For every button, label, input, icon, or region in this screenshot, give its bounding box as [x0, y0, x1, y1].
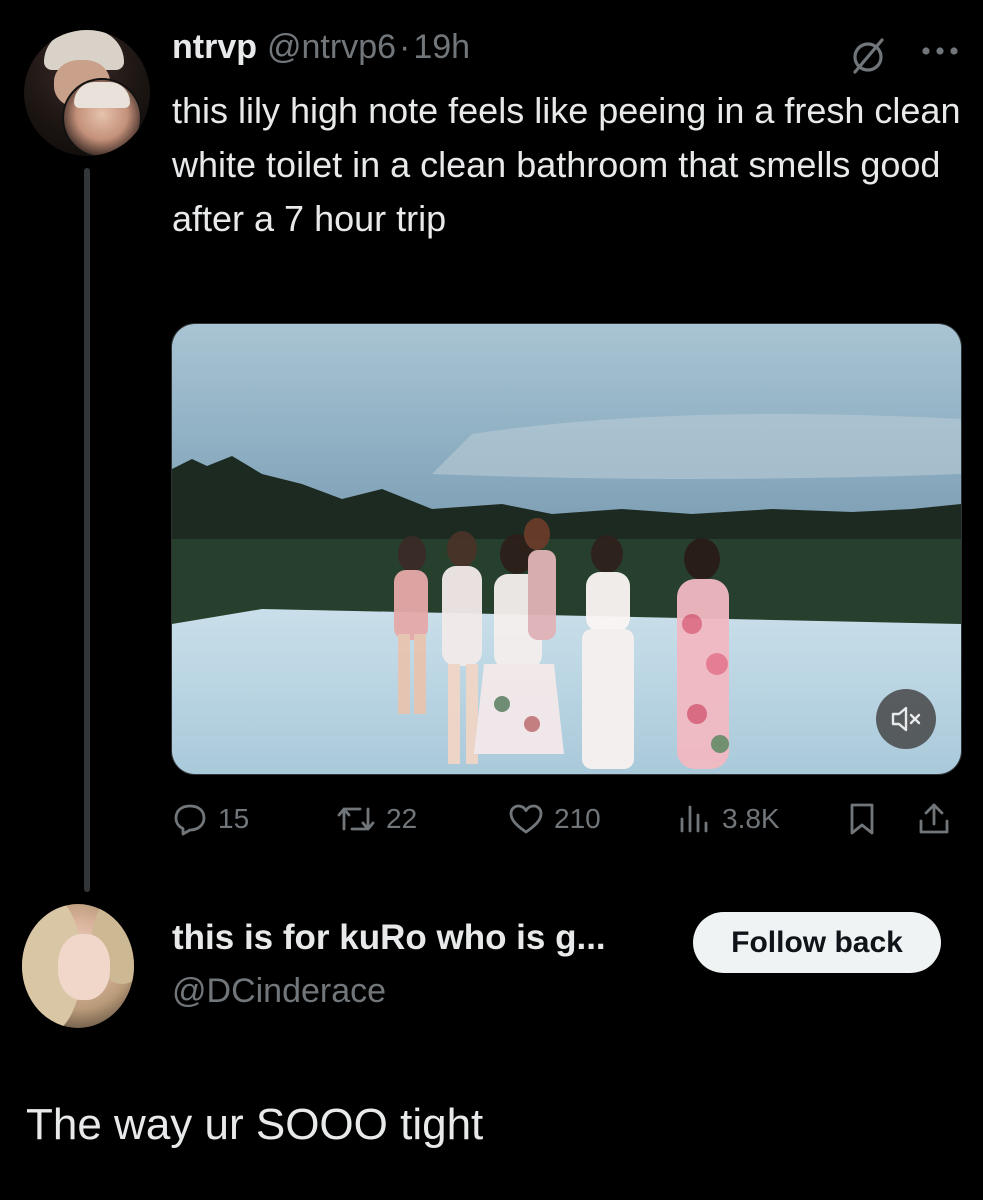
mute-button[interactable] — [876, 689, 936, 749]
video-frame — [172, 324, 961, 774]
avatar[interactable] — [24, 30, 150, 156]
reply-author-handle[interactable]: @DCinderace — [172, 972, 386, 1011]
reply-bubble-icon — [174, 804, 206, 836]
separator-dot: · — [399, 28, 411, 66]
thread-connector-line — [84, 168, 90, 892]
avatar[interactable] — [22, 904, 134, 1028]
reply-text: The way ur SOOO tight — [26, 1100, 484, 1149]
tweet-text: this lily high note feels like peeing in… — [172, 90, 961, 239]
views-count: 3.8K — [722, 803, 780, 834]
speaker-muted-icon — [891, 706, 921, 732]
repost-count: 22 — [386, 803, 418, 834]
author-display-name[interactable]: ntrvp — [172, 28, 257, 67]
repost-button[interactable]: 22 — [336, 796, 417, 842]
repost-arrows-icon — [337, 807, 375, 831]
like-count: 210 — [554, 803, 601, 834]
tweet-video[interactable] — [171, 323, 962, 775]
views-bars-icon — [680, 805, 708, 833]
tweet-header: ntrvp @ntrvp6 · 19h — [172, 28, 470, 78]
tweet-actions-bar: 15 22 210 3.8K — [172, 796, 962, 842]
bookmark-icon — [850, 803, 874, 835]
views-button[interactable]: 3.8K — [676, 796, 780, 842]
reply-author-display-name[interactable]: this is for kuRo who is g... — [172, 918, 606, 958]
follow-back-button[interactable]: Follow back — [693, 912, 941, 973]
share-button[interactable] — [916, 796, 952, 842]
author-handle[interactable]: @ntrvp6 — [267, 28, 396, 67]
more-dots-icon[interactable] — [918, 36, 962, 66]
reply-count: 15 — [218, 803, 250, 834]
bookmark-button[interactable] — [844, 796, 880, 842]
heart-icon — [509, 804, 543, 834]
grok-slash-icon[interactable] — [848, 36, 888, 76]
reply-button[interactable]: 15 — [172, 796, 249, 842]
tweet-timestamp[interactable]: 19h — [413, 28, 470, 67]
tweet-thread-view: ntrvp @ntrvp6 · 19h this lily high note … — [0, 0, 983, 1200]
like-button[interactable]: 210 — [508, 796, 601, 842]
share-upload-icon — [919, 803, 949, 834]
